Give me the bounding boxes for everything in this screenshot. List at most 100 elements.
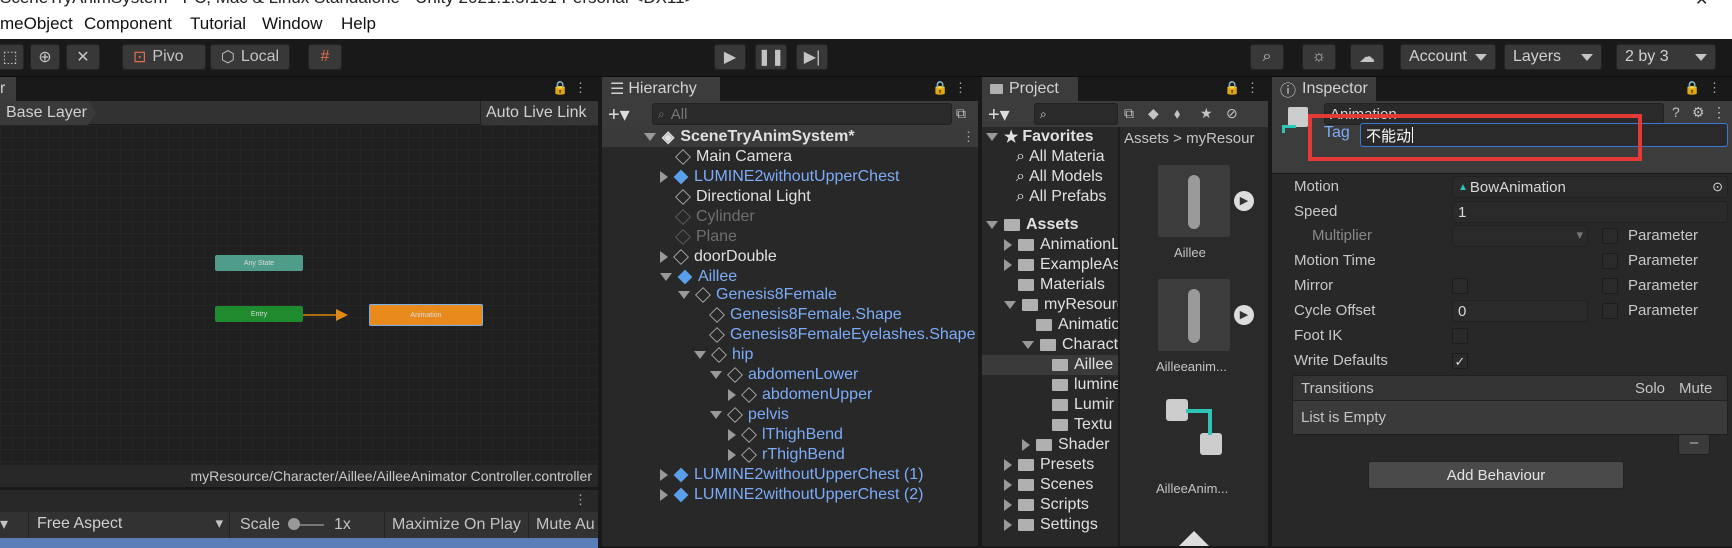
settings-icon[interactable]: ⚙ bbox=[1692, 104, 1705, 121]
collapse-icon[interactable] bbox=[660, 469, 668, 481]
project-tab[interactable]: Project bbox=[982, 77, 1078, 101]
expand-asset-icon[interactable]: ▶ bbox=[1234, 305, 1254, 325]
expand-icon[interactable] bbox=[660, 273, 672, 281]
list-item[interactable]: pelvis bbox=[710, 405, 789, 425]
play-button[interactable]: ▶ bbox=[714, 44, 746, 70]
collapse-icon[interactable] bbox=[1004, 459, 1012, 471]
scene-row[interactable]: ◈ SceneTryAnimSystem* bbox=[644, 127, 855, 147]
pivot-button[interactable]: ⊡ Pivo bbox=[122, 44, 206, 70]
list-item[interactable]: Aillee bbox=[660, 267, 737, 287]
list-item[interactable]: Cylinder bbox=[675, 207, 755, 227]
mute-audio-toggle[interactable]: Mute Au bbox=[536, 516, 595, 534]
list-item[interactable]: Aillee bbox=[1052, 355, 1113, 375]
star-icon[interactable]: ★ bbox=[1200, 105, 1213, 122]
expand-icon[interactable] bbox=[678, 291, 690, 299]
transform-tool-icon[interactable]: ⊕ bbox=[30, 44, 60, 70]
list-item[interactable]: Genesis8FemaleEyelashes.Shape bbox=[709, 325, 975, 345]
cycle-offset-field[interactable]: 0 bbox=[1452, 300, 1588, 322]
pause-button[interactable]: ❚❚ bbox=[755, 44, 787, 70]
more-icon[interactable]: ⋮ bbox=[574, 80, 587, 96]
list-item[interactable]: Scripts bbox=[1004, 495, 1089, 515]
lock-icon[interactable]: 🔒 bbox=[552, 80, 568, 96]
list-item[interactable]: doorDouble bbox=[660, 247, 777, 267]
help-icon[interactable]: ? bbox=[1672, 104, 1680, 120]
more-icon[interactable]: ⋮ bbox=[954, 80, 967, 96]
hidden-icon[interactable]: ⊘ bbox=[1226, 105, 1238, 122]
lock-icon[interactable]: 🔒 bbox=[932, 80, 948, 96]
ailleeanim-thumbnail[interactable] bbox=[1158, 279, 1230, 351]
list-item[interactable]: ExampleAs bbox=[1004, 255, 1118, 275]
collapse-icon[interactable] bbox=[1004, 499, 1012, 511]
menu-help[interactable]: Help bbox=[341, 14, 376, 34]
more-icon[interactable]: ⋮ bbox=[962, 129, 975, 145]
tag-icon[interactable]: ⬧ bbox=[1174, 105, 1180, 122]
list-item[interactable]: Lumir bbox=[1052, 395, 1114, 415]
any-state-node[interactable]: Any State bbox=[215, 255, 303, 271]
services-icon[interactable]: ☼ bbox=[1302, 44, 1336, 70]
collapse-icon[interactable] bbox=[1004, 259, 1012, 271]
cloud-icon[interactable]: ☁ bbox=[1350, 44, 1384, 70]
cycle-parameter-checkbox[interactable] bbox=[1602, 303, 1618, 319]
list-item[interactable]: LUMINE2withoutUpperChest bbox=[660, 167, 899, 187]
list-item[interactable]: lumine bbox=[1052, 375, 1118, 395]
local-button[interactable]: ⬡ Local bbox=[210, 44, 290, 70]
menu-gameobject[interactable]: meObject bbox=[0, 14, 73, 34]
list-item[interactable]: Plane bbox=[675, 227, 737, 247]
expand-icon[interactable] bbox=[710, 411, 722, 419]
list-item[interactable]: Materials bbox=[1018, 275, 1105, 295]
expand-icon[interactable] bbox=[694, 351, 706, 359]
foot-ik-checkbox[interactable] bbox=[1452, 328, 1468, 344]
custom-tool-icon[interactable]: ✕ bbox=[66, 44, 100, 70]
list-item[interactable]: Animatio bbox=[1036, 315, 1118, 335]
collapse-icon[interactable] bbox=[660, 489, 668, 501]
maximize-on-play-toggle[interactable]: Maximize On Play bbox=[392, 516, 521, 534]
scene-visibility-icon[interactable]: ⧉ bbox=[956, 105, 966, 122]
collapse-icon[interactable] bbox=[728, 449, 736, 461]
menu-tutorial[interactable]: Tutorial bbox=[190, 14, 246, 34]
collapse-icon[interactable] bbox=[1022, 439, 1030, 451]
hierarchy-tab[interactable]: ☰ Hierarchy bbox=[602, 77, 720, 101]
collapse-icon[interactable] bbox=[1004, 239, 1012, 251]
list-item[interactable]: Presets bbox=[1004, 455, 1094, 475]
list-item[interactable]: LUMINE2withoutUpperChest (1) bbox=[660, 465, 923, 485]
hierarchy-search-input[interactable]: ⌕ All bbox=[652, 103, 952, 125]
list-item[interactable]: abdomenLower bbox=[710, 365, 858, 385]
list-item[interactable]: Genesis8Female bbox=[678, 285, 837, 305]
list-item[interactable]: ⌕ All Materia bbox=[1016, 147, 1105, 167]
expand-icon[interactable] bbox=[986, 221, 998, 229]
animator-tab[interactable]: r bbox=[0, 77, 16, 101]
menu-component[interactable]: Component bbox=[84, 14, 172, 34]
rect-tool-icon[interactable]: ⬚ bbox=[0, 44, 24, 70]
collapse-icon[interactable] bbox=[660, 251, 668, 263]
list-item[interactable]: AnimationL bbox=[1004, 235, 1118, 255]
list-item[interactable]: Directional Light bbox=[675, 187, 811, 207]
collapse-icon[interactable] bbox=[1004, 479, 1012, 491]
layout-dropdown[interactable]: 2 by 3 bbox=[1616, 44, 1716, 70]
multiplier-dropdown[interactable]: ▾ bbox=[1452, 225, 1588, 247]
list-item[interactable]: Charact bbox=[1022, 335, 1118, 355]
list-item[interactable]: abdomenUpper bbox=[728, 385, 872, 405]
list-item[interactable]: Genesis8Female.Shape bbox=[709, 305, 902, 325]
motion-time-parameter-checkbox[interactable] bbox=[1602, 253, 1618, 269]
list-item[interactable]: Main Camera bbox=[675, 147, 792, 167]
mirror-checkbox[interactable] bbox=[1452, 278, 1468, 294]
menu-window[interactable]: Window bbox=[262, 14, 322, 34]
search-icon[interactable]: ⌕ bbox=[1250, 44, 1284, 70]
list-item[interactable]: Settings bbox=[1004, 515, 1098, 535]
add-icon[interactable]: +▾ bbox=[988, 102, 1010, 127]
expand-icon[interactable] bbox=[1004, 301, 1016, 309]
speed-field[interactable]: 1 bbox=[1452, 201, 1728, 223]
remove-transition-button[interactable]: – bbox=[1678, 435, 1710, 455]
scale-slider-thumb[interactable] bbox=[288, 518, 300, 530]
multiplier-parameter-checkbox[interactable] bbox=[1602, 228, 1618, 244]
expand-icon[interactable] bbox=[710, 371, 722, 379]
assets-header[interactable]: Assets bbox=[986, 215, 1078, 235]
collapse-icon[interactable] bbox=[728, 389, 736, 401]
motion-field[interactable]: ▲ BowAnimation ⊙ bbox=[1452, 176, 1728, 198]
more-icon[interactable]: ⋮ bbox=[574, 492, 587, 508]
aspect-dropdown[interactable]: Free Aspect ▾ bbox=[28, 512, 230, 538]
account-dropdown[interactable]: Account bbox=[1400, 44, 1496, 70]
collapse-icon[interactable] bbox=[728, 429, 736, 441]
collapse-icon[interactable] bbox=[1004, 519, 1012, 531]
list-item[interactable]: lThighBend bbox=[728, 425, 843, 445]
